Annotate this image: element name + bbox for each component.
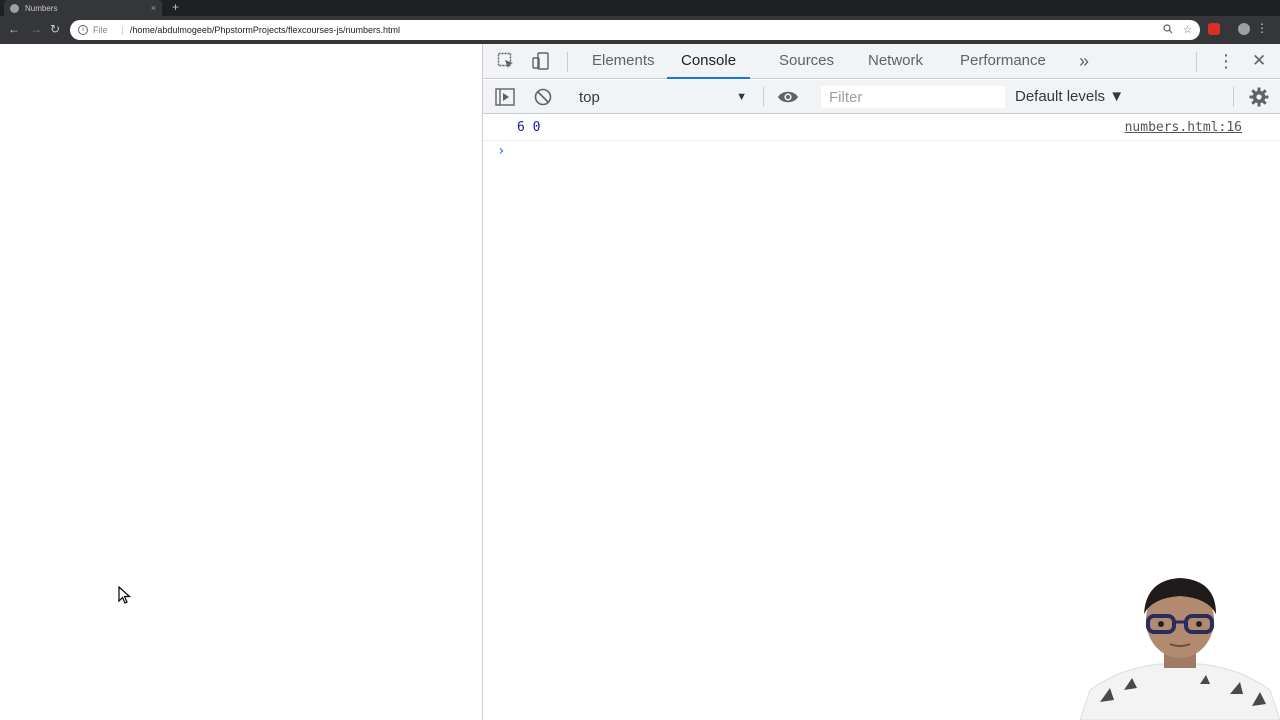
browser-toolbar: ← → ↻ i File | /home/abdulmogeeb/Phpstor… bbox=[0, 16, 1280, 44]
tab-elements[interactable]: Elements bbox=[592, 44, 655, 79]
globe-icon bbox=[10, 3, 19, 13]
devtools-tab-bar: Elements Console Sources Network Perform… bbox=[483, 44, 1280, 79]
divider bbox=[1196, 52, 1197, 72]
live-expression-eye-icon[interactable] bbox=[777, 88, 799, 111]
divider bbox=[567, 52, 568, 72]
tab-sources[interactable]: Sources bbox=[779, 44, 834, 79]
inspect-element-icon[interactable] bbox=[497, 52, 515, 75]
reload-button[interactable]: ↻ bbox=[50, 22, 60, 36]
extension-icon[interactable] bbox=[1208, 23, 1220, 35]
divider bbox=[1233, 87, 1234, 107]
prompt-caret-icon: › bbox=[497, 143, 506, 159]
presenter-webcam bbox=[1080, 578, 1280, 720]
tab-title: Numbers bbox=[25, 3, 58, 13]
tab-console[interactable]: Console bbox=[667, 44, 751, 79]
new-tab-button[interactable]: + bbox=[172, 0, 179, 14]
browser-tab[interactable]: Numbers × bbox=[4, 0, 162, 16]
console-toolbar: top ▼ Default levels ▼ bbox=[483, 80, 1280, 114]
profile-avatar-icon[interactable] bbox=[1238, 23, 1250, 35]
console-message-value: 6 0 bbox=[517, 120, 541, 135]
url-scheme: File bbox=[93, 25, 108, 35]
info-icon[interactable]: i bbox=[78, 25, 88, 35]
mouse-cursor-icon bbox=[118, 586, 132, 604]
show-sidebar-icon[interactable] bbox=[495, 88, 515, 111]
clear-console-icon[interactable] bbox=[534, 88, 552, 111]
console-prompt[interactable]: › bbox=[483, 141, 1280, 165]
browser-menu-icon[interactable]: ⋮ bbox=[1256, 21, 1268, 35]
context-value: top bbox=[579, 88, 600, 106]
page-viewport bbox=[0, 44, 482, 720]
browser-tab-strip: Numbers × + bbox=[0, 0, 1280, 16]
url-text[interactable]: /home/abdulmogeeb/PhpstormProjects/flexc… bbox=[130, 25, 1153, 35]
device-toolbar-icon[interactable] bbox=[531, 51, 551, 76]
console-message: 6 0 numbers.html:16 bbox=[483, 115, 1280, 141]
forward-button[interactable]: → bbox=[30, 22, 42, 36]
address-bar[interactable]: i File | /home/abdulmogeeb/PhpstormProje… bbox=[70, 20, 1200, 40]
divider bbox=[763, 87, 764, 107]
context-selector[interactable]: top ▼ bbox=[571, 80, 755, 114]
tab-performance[interactable]: Performance bbox=[960, 44, 1046, 79]
log-levels-dropdown[interactable]: Default levels ▼ bbox=[1015, 80, 1124, 114]
star-icon[interactable]: ☆ bbox=[1183, 25, 1192, 36]
console-output: 6 0 numbers.html:16 › bbox=[483, 115, 1280, 165]
gear-icon[interactable] bbox=[1249, 87, 1269, 112]
close-devtools-icon[interactable]: ✕ bbox=[1252, 44, 1266, 79]
filter-input[interactable] bbox=[821, 86, 1005, 108]
devtools-menu-icon[interactable]: ⋮ bbox=[1217, 44, 1235, 79]
url-separator: | bbox=[121, 25, 124, 35]
more-tabs-icon[interactable]: » bbox=[1079, 44, 1089, 79]
tab-close-icon[interactable]: × bbox=[151, 3, 156, 13]
chevron-down-icon: ▼ bbox=[736, 91, 747, 103]
back-button[interactable]: ← bbox=[8, 22, 20, 36]
console-source-link[interactable]: numbers.html:16 bbox=[1125, 120, 1242, 135]
tab-network[interactable]: Network bbox=[868, 44, 923, 79]
search-icon[interactable] bbox=[1163, 23, 1173, 37]
